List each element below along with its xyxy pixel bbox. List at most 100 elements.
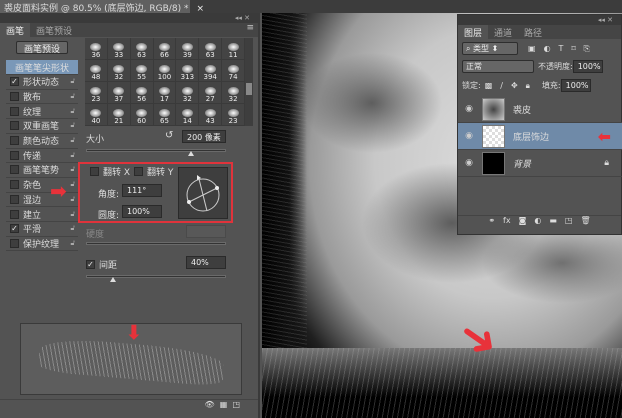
brush-tip[interactable]: 23 <box>85 82 108 104</box>
brush-tip[interactable]: 43 <box>199 104 223 126</box>
lock-icon[interactable]: 🔓︎ <box>70 165 75 174</box>
brush-tip[interactable]: 55 <box>130 60 154 82</box>
delete-layer-icon[interactable]: 🗑︎ <box>580 216 590 225</box>
brush-tip[interactable]: 27 <box>199 82 223 104</box>
brush-tip[interactable]: 74 <box>222 60 245 82</box>
document-tab[interactable]: 裘皮面料实例 @ 80.5% (底层饰边, RGB/8) * × <box>0 0 204 14</box>
brush-tip[interactable]: 37 <box>107 82 131 104</box>
brush-option-5[interactable]: 颜色动态 🔓︎ <box>6 134 78 149</box>
brush-tip[interactable]: 32 <box>176 82 200 104</box>
flip-x-checkbox[interactable] <box>90 167 99 176</box>
brush-option-12[interactable]: 保护纹理 🔓︎ <box>6 236 78 252</box>
open-preset-manager-icon[interactable]: ▦ <box>220 400 228 409</box>
brush-option-checkbox[interactable] <box>10 194 19 204</box>
brush-tip[interactable]: 66 <box>153 38 177 60</box>
toggle-hard-proof-icon[interactable]: 👁 <box>205 400 215 409</box>
adjustment-layer-icon[interactable]: ◐ <box>534 216 541 225</box>
brush-tip[interactable]: 14 <box>176 104 200 126</box>
brush-tip[interactable]: 23 <box>222 104 245 126</box>
layer-row[interactable]: ◉ 背景 🔒︎ <box>458 150 622 177</box>
brush-option-checkbox[interactable] <box>10 180 19 190</box>
brush-presets-button[interactable]: 画笔预设 <box>16 41 68 55</box>
smart-object-filter-icon[interactable]: ⎘ <box>584 44 590 53</box>
lock-icon[interactable]: 🔓︎ <box>70 121 75 130</box>
lock-icon[interactable]: 🔓︎ <box>70 239 75 248</box>
visibility-eye-icon[interactable]: ◉ <box>458 131 480 141</box>
size-slider[interactable] <box>86 149 226 152</box>
blend-mode-select[interactable]: 正常 <box>462 60 534 73</box>
visibility-eye-icon[interactable]: ◉ <box>458 104 480 114</box>
roundness-input[interactable]: 100% <box>122 205 162 218</box>
brush-tip[interactable]: 394 <box>199 60 223 82</box>
fx-icon[interactable]: fx <box>503 216 511 225</box>
lock-icon[interactable]: 🔓︎ <box>70 92 75 101</box>
brush-tip[interactable]: 65 <box>153 104 177 126</box>
brush-option-7[interactable]: 画笔笔势 🔓︎ <box>6 163 78 178</box>
new-layer-icon[interactable]: ◳ <box>565 216 573 225</box>
panel-collapse-icon[interactable]: ◂◂ ✕ <box>0 13 258 23</box>
angle-roundness-preview[interactable] <box>178 167 228 219</box>
panel-menu-icon[interactable]: ≡ <box>246 23 258 37</box>
brush-option-checkbox[interactable] <box>10 91 19 101</box>
spacing-input[interactable]: 40% <box>186 256 226 269</box>
pixel-filter-icon[interactable]: ▣ <box>528 44 536 53</box>
brush-tip[interactable]: 63 <box>130 38 154 60</box>
lock-icon[interactable]: 🔓︎ <box>70 224 75 233</box>
type-filter-icon[interactable]: T <box>559 44 564 53</box>
lock-icon[interactable]: 🔓︎ <box>70 107 75 116</box>
brush-option-1[interactable]: ✓ 形状动态 🔓︎ <box>6 75 78 90</box>
brush-option-8[interactable]: 杂色 🔓︎ <box>6 178 78 193</box>
brush-tip[interactable]: 48 <box>85 60 108 82</box>
brush-option-checkbox[interactable]: ✓ <box>10 224 19 234</box>
brush-tip[interactable]: 40 <box>85 104 108 126</box>
brush-tip[interactable]: 56 <box>130 82 154 104</box>
size-slider-thumb[interactable] <box>188 151 194 156</box>
brush-tip[interactable]: 36 <box>85 38 108 60</box>
brush-option-checkbox[interactable] <box>10 150 19 160</box>
brush-tip[interactable]: 17 <box>153 82 177 104</box>
brush-option-checkbox[interactable] <box>10 121 19 131</box>
layer-row[interactable]: ◉ 裘皮 <box>458 96 622 123</box>
opacity-input[interactable]: 100% <box>572 60 603 73</box>
angle-input[interactable]: 111° <box>122 184 162 197</box>
layer-filter-select[interactable]: ⌕ 类型 ⬍ <box>462 42 518 55</box>
brush-option-11[interactable]: ✓ 平滑 🔓︎ <box>6 222 78 237</box>
layers-panel-collapse-icon[interactable]: ◂◂ ✕ <box>458 15 621 25</box>
lock-icon[interactable]: 🔓︎ <box>70 210 75 219</box>
brush-option-3[interactable]: 纹理 🔓︎ <box>6 104 78 120</box>
brush-option-10[interactable]: 建立 🔓︎ <box>6 207 78 222</box>
lock-icon[interactable]: 🔓︎ <box>70 180 75 189</box>
reset-size-icon[interactable]: ↺ <box>165 130 173 141</box>
brush-option-0[interactable]: 画笔笔尖形状 <box>6 60 78 75</box>
spacing-checkbox[interactable]: ✓ <box>86 260 95 269</box>
lock-icon[interactable]: 🔓︎ <box>70 151 75 160</box>
brush-tip[interactable]: 313 <box>176 60 200 82</box>
fill-input[interactable]: 100% <box>560 79 591 92</box>
shape-filter-icon[interactable]: ⌑ <box>571 44 575 53</box>
flip-y-checkbox[interactable] <box>134 167 144 176</box>
lock-transparent-icon[interactable]: ▩ <box>485 81 493 90</box>
brush-option-checkbox[interactable] <box>10 209 19 219</box>
brush-tip[interactable]: 63 <box>199 38 223 60</box>
layer-name[interactable]: 背景 <box>513 157 531 170</box>
lock-icon[interactable]: 🔓︎ <box>70 136 75 145</box>
lock-position-icon[interactable]: ✥ <box>511 81 518 90</box>
brush-option-2[interactable]: 散布 🔓︎ <box>6 89 78 105</box>
lock-image-icon[interactable]: ∕ <box>500 81 503 90</box>
adjustment-filter-icon[interactable]: ◐ <box>544 44 551 53</box>
layer-name[interactable]: 底层饰边 <box>513 130 549 143</box>
visibility-eye-icon[interactable]: ◉ <box>458 158 480 168</box>
brush-tip[interactable]: 100 <box>153 60 177 82</box>
brush-option-4[interactable]: 双重画笔 🔓︎ <box>6 119 78 134</box>
lock-icon[interactable]: 🔓︎ <box>70 195 75 204</box>
create-new-brush-icon[interactable]: ◳ <box>232 400 240 409</box>
spacing-slider[interactable] <box>86 275 226 278</box>
brush-option-checkbox[interactable] <box>10 106 19 116</box>
tab-channels[interactable]: 通道 <box>488 25 518 39</box>
brush-tip[interactable]: 32 <box>222 82 245 104</box>
lock-all-icon[interactable]: 🔒︎ <box>526 81 530 90</box>
layer-name[interactable]: 裘皮 <box>513 103 531 116</box>
brush-tip[interactable]: 32 <box>107 60 131 82</box>
brush-option-6[interactable]: 传递 🔓︎ <box>6 148 78 164</box>
brush-option-checkbox[interactable] <box>10 238 19 248</box>
